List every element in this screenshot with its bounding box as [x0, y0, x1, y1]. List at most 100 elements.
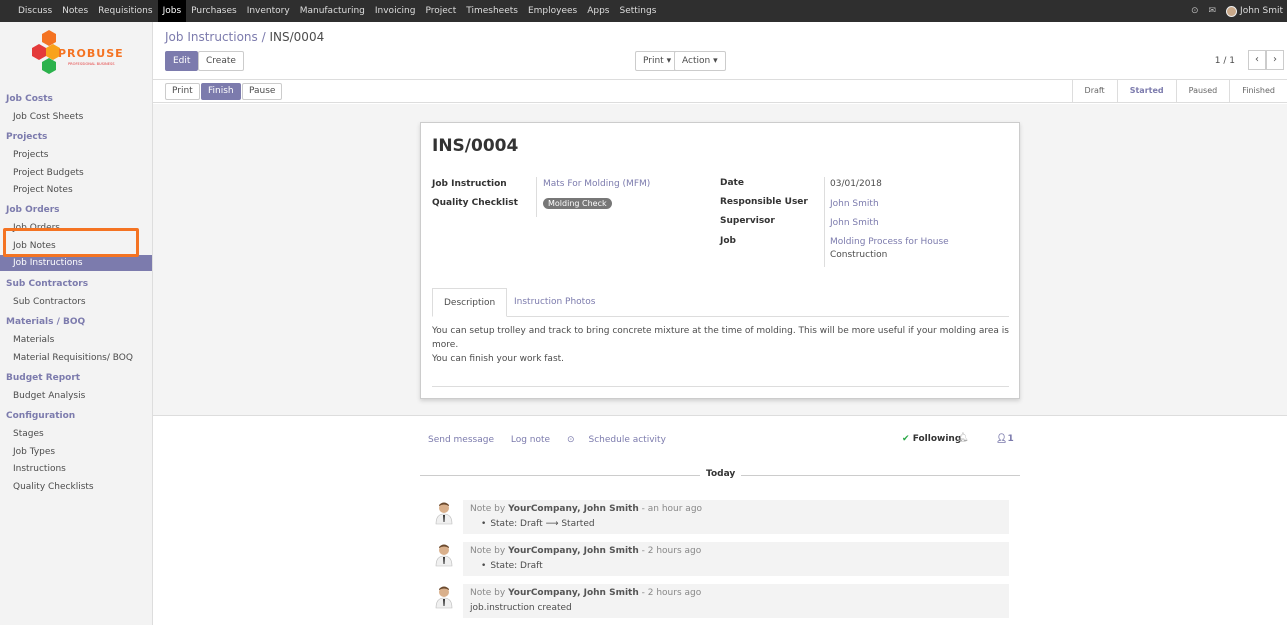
date-separator: Today: [700, 469, 742, 479]
sidebar-item-job-types[interactable]: Job Types: [13, 447, 55, 457]
message-author[interactable]: YourCompany, John Smith: [508, 588, 639, 598]
message-time: - 2 hours ago: [641, 588, 702, 598]
logo-tagline: PROFESSIONAL BUSINESS: [68, 62, 115, 66]
sidebar-item-sub-contractors[interactable]: Sub Contractors: [13, 297, 86, 307]
followers-button[interactable]: 👤︎1: [996, 434, 1014, 444]
message: Note by YourCompany, John Smith - an hou…: [463, 500, 1009, 534]
sidebar-group-label: Sub Contractors: [6, 279, 89, 289]
menu-item-settings[interactable]: Settings: [615, 0, 662, 22]
menu-item-jobs[interactable]: Jobs: [157, 0, 187, 22]
bullet-icon: •: [481, 519, 487, 529]
pager-prev-button[interactable]: ‹: [1248, 50, 1266, 70]
quality-checklist-tag[interactable]: Molding Check: [543, 198, 612, 209]
menu-item-requisitions[interactable]: Requisitions: [93, 0, 157, 22]
tab-instruction-photos[interactable]: Instruction Photos: [503, 288, 606, 317]
sidebar-item-quality-checklists[interactable]: Quality Checklists: [13, 482, 94, 492]
menu-item-invoicing[interactable]: Invoicing: [370, 0, 421, 22]
user-name: John Smit: [1240, 6, 1283, 16]
highlight-box: [3, 228, 139, 257]
stage-draft[interactable]: Draft: [1071, 80, 1117, 102]
date-label: Date: [720, 178, 744, 188]
stage-finished[interactable]: Finished: [1229, 80, 1287, 102]
message-prefix: Note by: [470, 504, 506, 514]
breadcrumb-parent[interactable]: Job Instructions: [165, 30, 258, 44]
sidebar-item-stages[interactable]: Stages: [13, 429, 44, 439]
send-message-button[interactable]: Send message: [428, 435, 494, 445]
sidebar-item-material-requisitions-boq[interactable]: Material Requisitions/ BOQ: [13, 353, 133, 363]
message-prefix: Note by: [470, 588, 506, 598]
menu-item-discuss[interactable]: Discuss: [13, 0, 57, 22]
followers-count: 1: [1007, 434, 1014, 444]
edit-button[interactable]: Edit: [165, 51, 199, 71]
sidebar-item-job-cost-sheets[interactable]: Job Cost Sheets: [13, 112, 83, 122]
create-button[interactable]: Create: [198, 51, 244, 71]
job-instruction-field[interactable]: Mats For Molding (MFM): [543, 179, 650, 189]
user-icon: 👤︎: [996, 434, 1008, 444]
responsible-user-field[interactable]: John Smith: [830, 199, 879, 209]
company-logo: PROBUSE PROFESSIONAL BUSINESS: [32, 30, 124, 74]
following-label: Following: [912, 434, 962, 444]
stage-paused[interactable]: Paused: [1175, 80, 1230, 102]
avatar: [1226, 5, 1238, 17]
menu-item-notes[interactable]: Notes: [57, 0, 93, 22]
bullet-icon: •: [481, 561, 487, 571]
user-menu[interactable]: John Smit: [1226, 5, 1283, 17]
finish-button[interactable]: Finish: [201, 83, 241, 100]
message-author[interactable]: YourCompany, John Smith: [508, 504, 639, 514]
control-panel: Job Instructions / INS/0004 Edit Create …: [153, 22, 1287, 80]
toggle-icon[interactable]: ⊙: [1191, 6, 1199, 16]
responsible-user-label: Responsible User: [720, 197, 808, 207]
menu-item-employees[interactable]: Employees: [523, 0, 582, 22]
log-note-button[interactable]: Log note: [511, 435, 550, 445]
job-field[interactable]: Molding Process for House: [830, 237, 949, 247]
sidebar-item-projects[interactable]: Projects: [13, 150, 48, 160]
schedule-activity-button[interactable]: ⊙ Schedule activity: [567, 435, 680, 445]
chat-icon[interactable]: ✉: [1209, 6, 1217, 16]
pause-button[interactable]: Pause: [242, 83, 283, 100]
chevron-down-icon: ▾: [666, 56, 672, 66]
message: Note by YourCompany, John Smith - 2 hour…: [463, 542, 1009, 576]
stage-started[interactable]: Started: [1116, 80, 1176, 102]
schedule-activity-label: Schedule activity: [588, 435, 666, 445]
sidebar-item-budget-analysis[interactable]: Budget Analysis: [13, 391, 85, 401]
following-button[interactable]: ✔ Following: [902, 434, 961, 444]
menu-item-timesheets[interactable]: Timesheets: [461, 0, 523, 22]
pager-next-button[interactable]: ›: [1266, 50, 1284, 70]
sidebar-item-job-instructions[interactable]: Job Instructions: [0, 255, 152, 271]
print-dropdown[interactable]: Print ▾: [635, 51, 680, 71]
logo-brand: PROBUSE: [58, 47, 124, 60]
supervisor-field[interactable]: John Smith: [830, 218, 879, 228]
message-author[interactable]: YourCompany, John Smith: [508, 546, 639, 556]
action-dropdown[interactable]: Action ▾: [674, 51, 726, 71]
chevron-left-icon: ‹: [1255, 54, 1259, 65]
divider: [824, 177, 825, 267]
author-avatar[interactable]: [433, 542, 455, 568]
menu-item-project[interactable]: Project: [420, 0, 461, 22]
bell-icon[interactable]: 🔔︎: [957, 433, 968, 443]
author-avatar[interactable]: [433, 500, 455, 526]
message-text: State: Draft: [490, 561, 543, 571]
date-field[interactable]: 03/01/2018: [830, 179, 882, 189]
check-icon: ✔: [902, 434, 910, 444]
author-avatar[interactable]: [433, 584, 455, 610]
message-header: Note by YourCompany, John Smith - 2 hour…: [470, 588, 701, 598]
menu-item-purchases[interactable]: Purchases: [186, 0, 242, 22]
message-body: job.instruction created: [470, 603, 572, 613]
description-line: You can finish your work fast.: [432, 354, 565, 364]
statusbar: Print Finish Pause Draft Started Paused Fin…: [153, 80, 1287, 103]
menu-item-inventory[interactable]: Inventory: [242, 0, 295, 22]
chatter-actions: Send message Log note ⊙ Schedule activity: [428, 435, 694, 445]
sidebar-item-project-notes[interactable]: Project Notes: [13, 185, 73, 195]
sidebar-item-instructions[interactable]: Instructions: [13, 464, 66, 474]
sidebar-group-label: Materials / BOQ: [6, 317, 86, 327]
tab-description[interactable]: Description: [432, 288, 508, 317]
job-field-line2: Construction: [830, 250, 888, 260]
pager-value[interactable]: 1 / 1: [1215, 56, 1235, 66]
menu-item-apps[interactable]: Apps: [582, 0, 614, 22]
message-header: Note by YourCompany, John Smith - 2 hour…: [470, 546, 701, 556]
print-button[interactable]: Print: [165, 83, 200, 100]
chevron-down-icon: ▾: [713, 56, 718, 66]
menu-item-manufacturing[interactable]: Manufacturing: [295, 0, 370, 22]
sidebar-item-materials[interactable]: Materials: [13, 335, 54, 345]
sidebar-item-project-budgets[interactable]: Project Budgets: [13, 168, 84, 178]
